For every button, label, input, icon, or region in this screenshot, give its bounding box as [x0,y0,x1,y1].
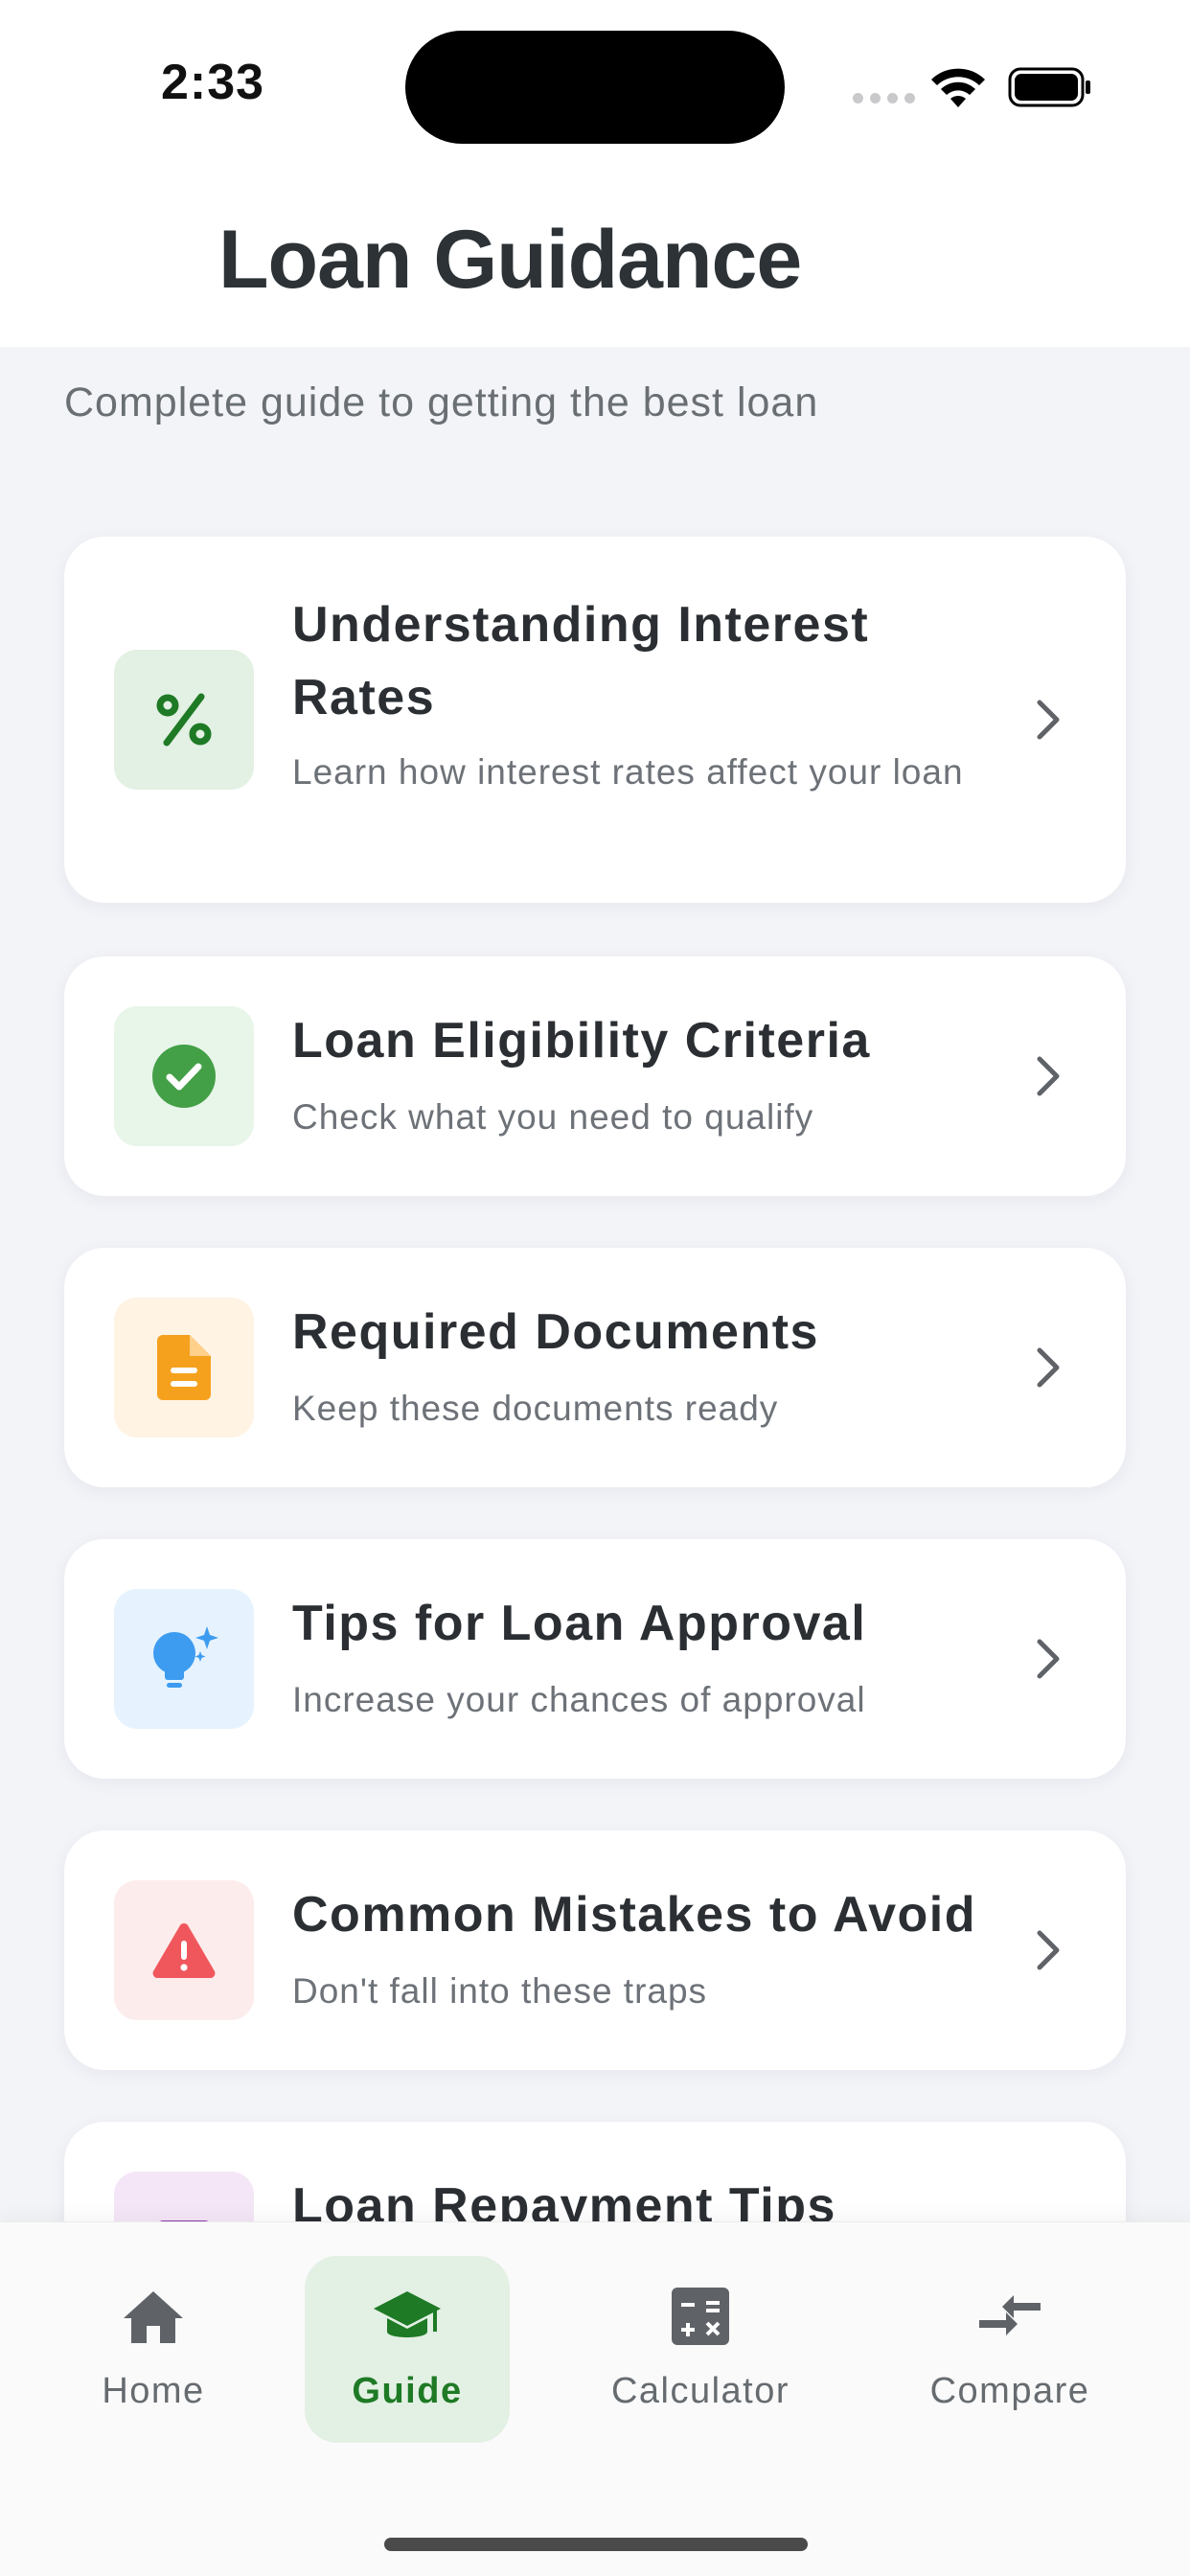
chevron-right-icon [1037,700,1060,740]
guide-card-interest-rates[interactable]: Understanding Interest Rates Learn how i… [64,537,1126,903]
warning-icon [114,1880,254,2020]
battery-icon [1008,67,1090,107]
card-description: Learn how interest rates affect your loa… [292,752,964,792]
nav-item-home[interactable]: Home [77,2222,230,2414]
nav-item-calculator[interactable]: Calculator [594,2222,807,2414]
nav-label: Calculator [610,2371,790,2411]
card-title: Common Mistakes to Avoid [292,1887,977,1943]
nav-item-compare[interactable]: Compare [908,2222,1111,2414]
dynamic-island [405,31,785,144]
chevron-right-icon [1037,1639,1060,1679]
calculator-icon [672,2288,729,2345]
chevron-right-icon [1037,1930,1060,1970]
home-icon [124,2291,183,2343]
card-description: Keep these documents ready [292,1389,779,1428]
nav-item-guide[interactable]: Guide [305,2222,510,2414]
page-title: Loan Guidance [218,214,802,306]
lightbulb-icon [114,1589,254,1729]
card-title: Tips for Loan Approval [292,1596,867,1651]
status-time: 2:33 [161,55,265,110]
check-circle-icon [114,1006,254,1146]
nav-label: Home [102,2371,205,2411]
cellular-signal-icon [853,93,915,104]
chevron-right-icon [1037,1347,1060,1388]
page-subtitle: Complete guide to getting the best loan [64,380,819,426]
card-description: Check what you need to qualify [292,1097,814,1137]
document-icon [114,1298,254,1438]
bottom-navigation: Home Guide Calculator Compare [0,2221,1190,2576]
card-title: Required Documents [292,1304,819,1360]
chevron-right-icon [1037,1056,1060,1096]
compare-arrows-icon [979,2295,1041,2335]
nav-label: Compare [929,2371,1090,2411]
guide-card-approval-tips[interactable]: Tips for Loan Approval Increase your cha… [64,1539,1126,1779]
card-description: Increase your chances of approval [292,1680,866,1719]
percent-icon [114,650,254,790]
wifi-icon [931,68,985,107]
guide-card-documents[interactable]: Required Documents Keep these documents … [64,1248,1126,1487]
card-description: Don't fall into these traps [292,1971,708,2011]
graduation-cap-icon [374,2291,441,2337]
guide-card-eligibility[interactable]: Loan Eligibility Criteria Check what you… [64,956,1126,1196]
guide-card-common-mistakes[interactable]: Common Mistakes to Avoid Don't fall into… [64,1830,1126,2070]
card-title: Loan Eligibility Criteria [292,1013,871,1069]
nav-label: Guide [352,2371,463,2411]
card-title: Understanding Interest Rates [292,597,870,725]
top-bar: 2:33 Loan Guidance [0,0,1190,347]
home-indicator[interactable] [384,2538,808,2551]
